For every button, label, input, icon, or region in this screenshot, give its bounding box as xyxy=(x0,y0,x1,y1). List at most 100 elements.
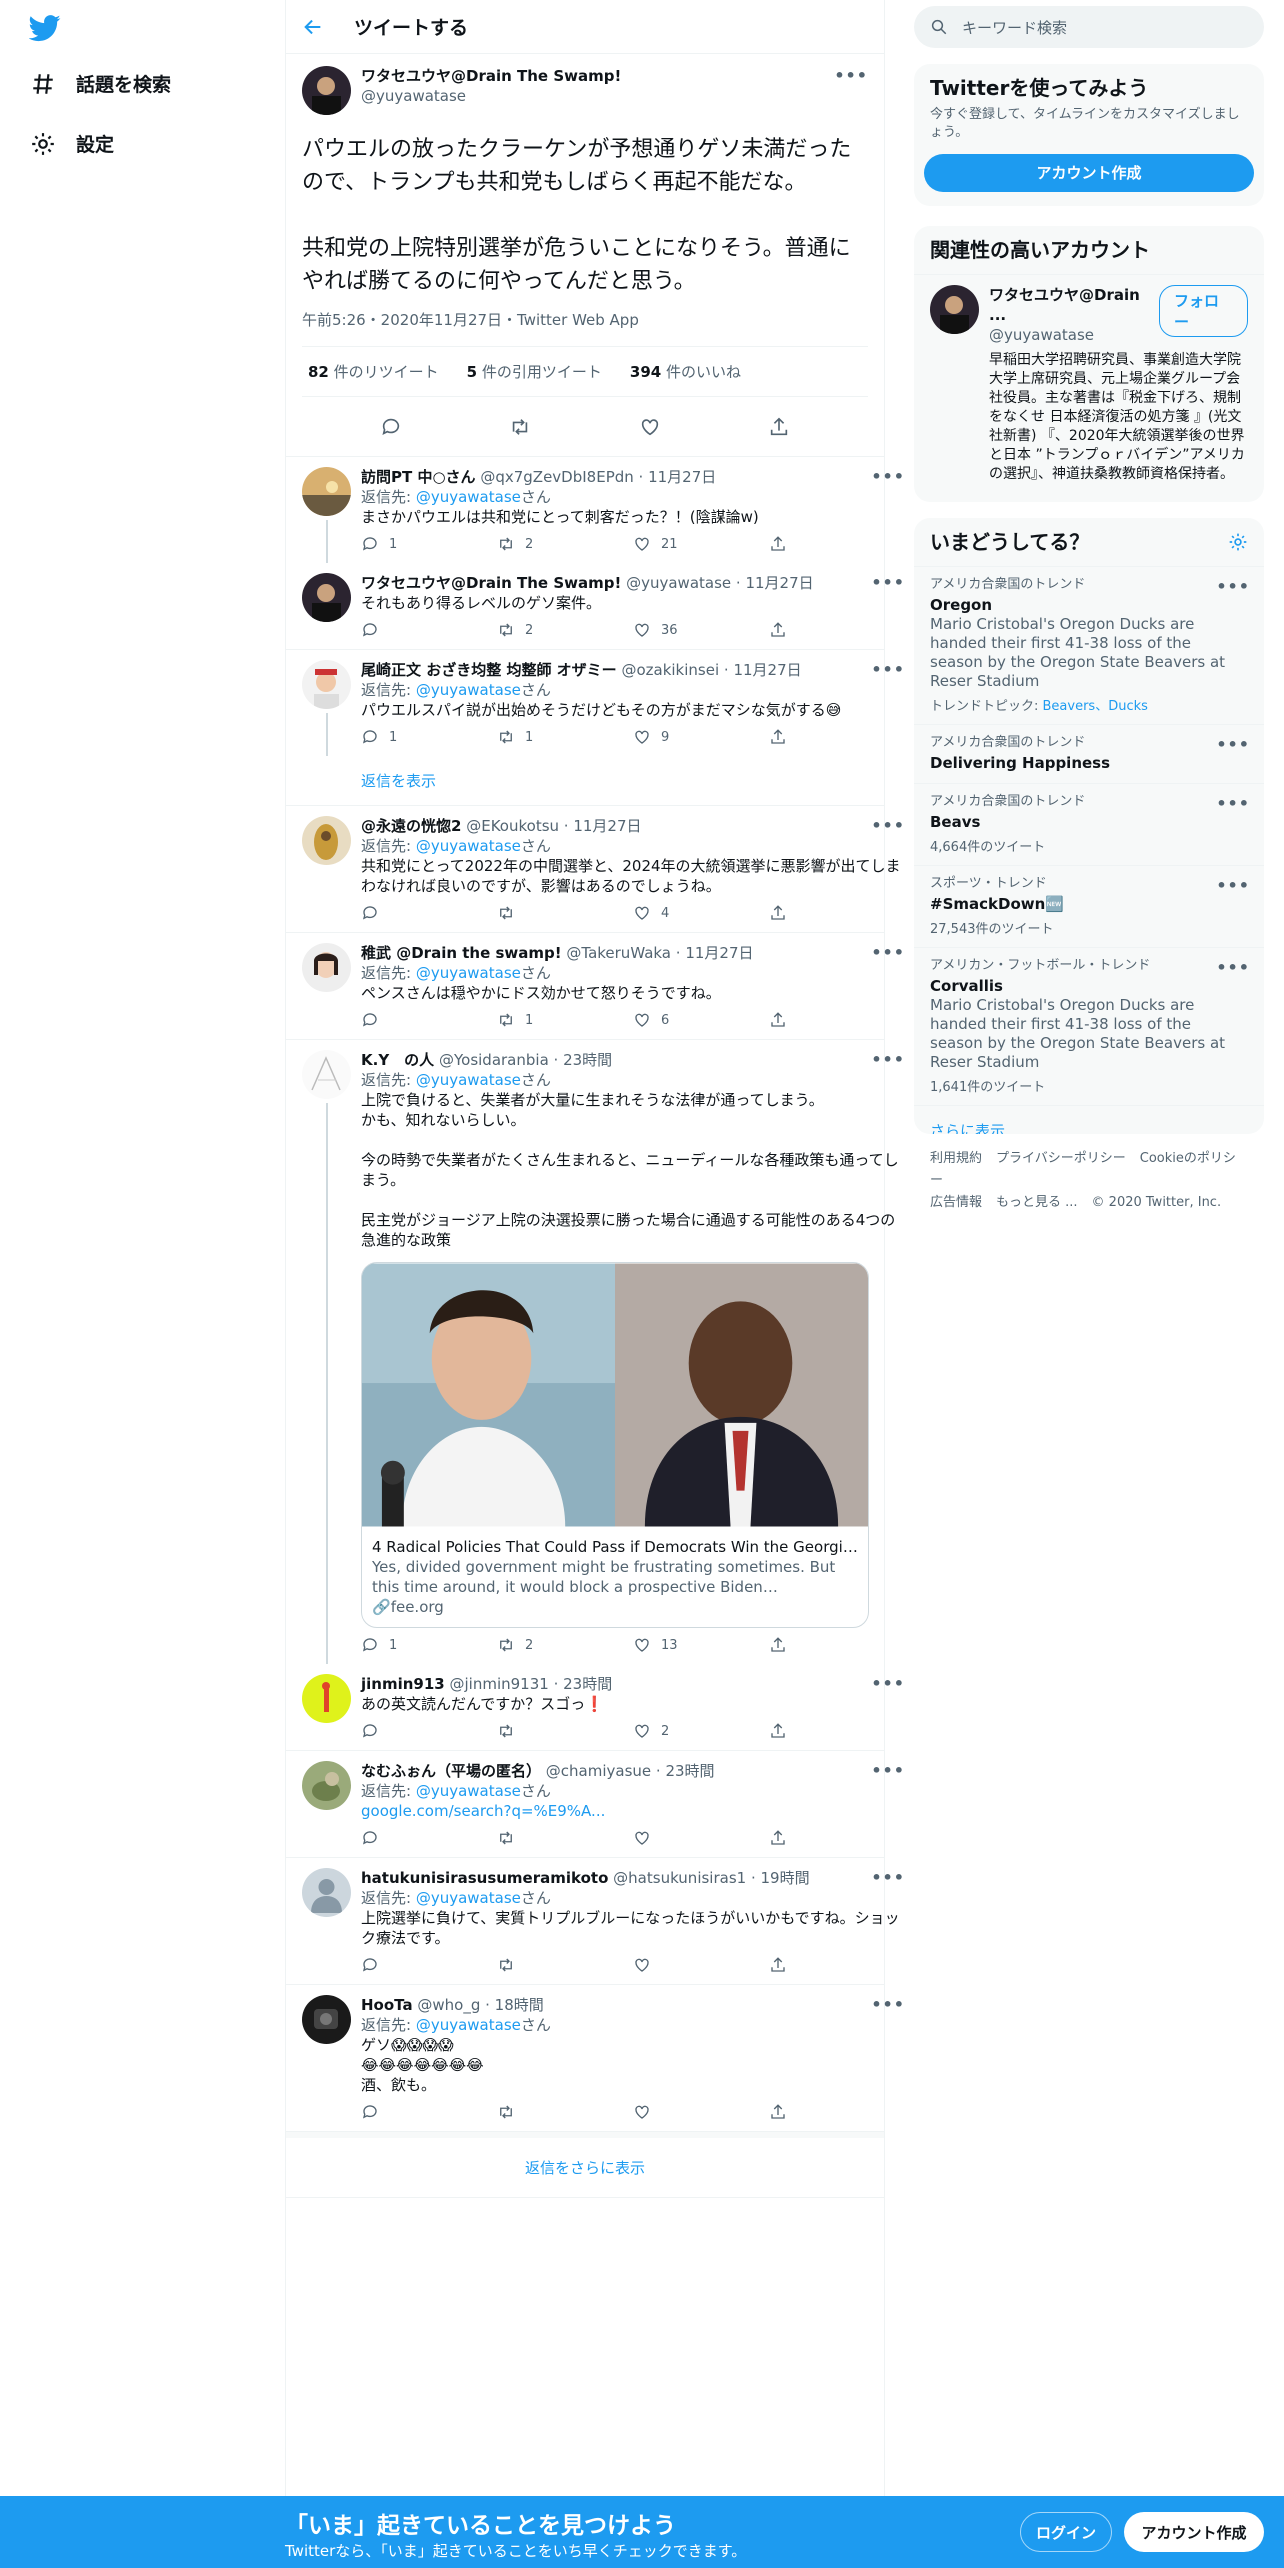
share-button[interactable] xyxy=(769,904,905,922)
reply-author-name[interactable]: K.Y の人 xyxy=(361,1051,434,1069)
retweet-button[interactable]: 2 xyxy=(497,1636,633,1654)
twitter-logo-icon[interactable] xyxy=(29,12,61,44)
trends-show-more[interactable]: さらに表示 xyxy=(914,1105,1264,1134)
reply-author-handle[interactable]: @hatsukunisiras1 xyxy=(613,1869,746,1887)
more-icon[interactable]: ••• xyxy=(871,660,905,680)
reply-time[interactable]: 23時間 xyxy=(665,1762,714,1780)
more-icon[interactable]: ••• xyxy=(871,1674,905,1694)
avatar[interactable] xyxy=(302,1761,351,1810)
reply-author-handle[interactable]: @TakeruWaka xyxy=(566,944,671,962)
avatar[interactable] xyxy=(302,1050,351,1099)
retweet-button[interactable] xyxy=(497,2103,633,2121)
more-icon[interactable]: ••• xyxy=(1216,876,1250,895)
avatar[interactable] xyxy=(302,467,351,516)
more-icon[interactable]: ••• xyxy=(1216,735,1250,754)
link-card[interactable]: 4 Radical Policies That Could Pass if De… xyxy=(361,1262,869,1628)
reply-button[interactable]: 1 xyxy=(361,1636,497,1654)
reply-author-handle[interactable]: @yuyawatase xyxy=(626,574,731,592)
more-icon[interactable]: ••• xyxy=(871,943,905,963)
reply-author-handle[interactable]: @qx7gZevDbI8EPdn xyxy=(480,468,633,486)
trend-item[interactable]: アメリカン・フットボール・トレンド Corvallis Mario Cristo… xyxy=(914,947,1264,1105)
reply-link[interactable]: google.com/search?q=%E9%A... xyxy=(361,1801,905,1821)
share-button[interactable] xyxy=(769,1636,905,1654)
reply-author-name[interactable]: @永遠の恍惚2 xyxy=(361,817,461,835)
retweet-button[interactable]: 2 xyxy=(497,535,633,553)
footer-link[interactable]: 広告情報 xyxy=(930,1195,982,1210)
follow-button[interactable]: フォロー xyxy=(1159,285,1248,337)
reply-author-name[interactable]: hatukunisirasusumeramikoto xyxy=(361,1869,608,1887)
like-button[interactable]: 6 xyxy=(633,1011,769,1029)
retweet-count[interactable]: 82 件のリツイート xyxy=(308,361,439,382)
reply-author-name[interactable]: 訪問PT 中○さん xyxy=(361,468,476,486)
signup-button[interactable]: アカウント作成 xyxy=(1124,2512,1264,2552)
author-name[interactable]: ワタセユウヤ@Drain The Swamp! xyxy=(361,66,824,86)
nav-explore[interactable]: 話題を検索 xyxy=(30,70,171,97)
reply-to-link[interactable]: @yuyawatase xyxy=(416,1782,521,1800)
reply-time[interactable]: 23時間 xyxy=(563,1051,612,1069)
login-button[interactable]: ログイン xyxy=(1020,2512,1112,2552)
reply-author-name[interactable]: ワタセユウヤ@Drain The Swamp! xyxy=(361,574,621,592)
retweet-button[interactable] xyxy=(497,1829,633,1847)
reply-button[interactable] xyxy=(361,1722,497,1740)
like-button[interactable] xyxy=(633,2103,769,2121)
reply-time[interactable]: 23時間 xyxy=(563,1675,612,1693)
reply-button[interactable] xyxy=(361,1829,497,1847)
share-button[interactable] xyxy=(769,535,905,553)
share-button[interactable] xyxy=(769,728,905,746)
more-icon[interactable]: ••• xyxy=(871,1995,905,2015)
trend-item[interactable]: スポーツ・トレンド #SmackDown🆕 27,543件のツイート ••• xyxy=(914,865,1264,947)
share-button[interactable] xyxy=(769,1829,905,1847)
reply-to-link[interactable]: @yuyawatase xyxy=(416,1071,521,1089)
retweet-button[interactable]: 1 xyxy=(497,1011,633,1029)
author-handle[interactable]: @yuyawatase xyxy=(361,86,824,106)
reply-author-handle[interactable]: @who_g xyxy=(417,1996,480,2014)
share-button[interactable] xyxy=(769,1956,905,1974)
quote-count[interactable]: 5 件の引用ツイート xyxy=(467,361,602,382)
more-icon[interactable]: ••• xyxy=(1216,577,1250,596)
retweet-icon[interactable] xyxy=(509,416,531,438)
nav-settings[interactable]: 設定 xyxy=(30,130,114,157)
reply-time[interactable]: 18時間 xyxy=(495,1996,544,2014)
retweet-button[interactable]: 1 xyxy=(497,728,633,746)
reply-time[interactable]: 11月27日 xyxy=(648,468,716,486)
reply-tweet[interactable]: K.Y の人 @Yosidaranbia · 23時間 ••• 返信先: @yuy… xyxy=(286,1040,904,1664)
reply-tweet[interactable]: なむふぉん（平場の匿名） @chamiyasue · 23時間 ••• 返信先: … xyxy=(286,1751,904,1858)
tweet-meta[interactable]: 午前5:26・2020年11月27日・Twitter Web App xyxy=(302,310,868,330)
reply-tweet[interactable]: hatukunisirasusumeramikoto @hatsukunisir… xyxy=(286,1858,904,1985)
reply-author-handle[interactable]: @ozakikinsei xyxy=(621,661,719,679)
reply-icon[interactable] xyxy=(380,416,402,438)
related-handle[interactable]: @yuyawatase xyxy=(989,325,1159,345)
reply-author-name[interactable]: HooTa xyxy=(361,1996,413,2014)
reply-author-handle[interactable]: @chamiyasue xyxy=(546,1762,651,1780)
reply-tweet[interactable]: 稚武 @Drain the swamp! @TakeruWaka · 11月27… xyxy=(286,933,904,1040)
reply-tweet[interactable]: 訪問PT 中○さん @qx7gZevDbI8EPdn · 11月27日 ••• 返… xyxy=(286,457,904,563)
trend-item[interactable]: アメリカ合衆国のトレンド Oregon Mario Cristobal's Or… xyxy=(914,566,1264,724)
avatar[interactable] xyxy=(302,1995,351,2044)
like-button[interactable] xyxy=(633,1956,769,1974)
reply-button[interactable] xyxy=(361,1011,497,1029)
avatar[interactable] xyxy=(302,816,351,865)
footer-link[interactable]: もっと見る ... xyxy=(996,1195,1078,1210)
trend-topics-link[interactable]: Beavers、Ducks xyxy=(1043,699,1148,714)
reply-to-link[interactable]: @yuyawatase xyxy=(416,681,521,699)
reply-tweet[interactable]: @永遠の恍惚2 @EKoukotsu · 11月27日 ••• 返信先: @yuy… xyxy=(286,806,904,933)
share-button[interactable] xyxy=(769,2103,905,2121)
avatar[interactable] xyxy=(302,1868,351,1917)
more-icon[interactable]: ••• xyxy=(871,816,905,836)
avatar[interactable] xyxy=(302,660,351,709)
like-button[interactable]: 36 xyxy=(633,621,769,639)
share-button[interactable] xyxy=(769,1011,905,1029)
gear-icon[interactable] xyxy=(1228,532,1248,552)
more-icon[interactable]: ••• xyxy=(834,66,868,85)
avatar[interactable] xyxy=(302,1674,351,1723)
like-button[interactable] xyxy=(633,1829,769,1847)
reply-author-name[interactable]: jinmin913 xyxy=(361,1675,445,1693)
share-button[interactable] xyxy=(769,1722,905,1740)
more-icon[interactable]: ••• xyxy=(871,1868,905,1888)
reply-to-link[interactable]: @yuyawatase xyxy=(416,837,521,855)
related-account[interactable]: ワタセユウヤ@Drain ... @yuyawatase フォロー 早稲田大学招… xyxy=(914,275,1264,494)
reply-tweet[interactable]: jinmin913 @jinmin9131 · 23時間 ••• あの英文読んだん… xyxy=(286,1664,904,1751)
like-count[interactable]: 394 件のいいね xyxy=(630,361,741,382)
more-icon[interactable]: ••• xyxy=(871,1050,905,1070)
reply-button[interactable]: 1 xyxy=(361,535,497,553)
